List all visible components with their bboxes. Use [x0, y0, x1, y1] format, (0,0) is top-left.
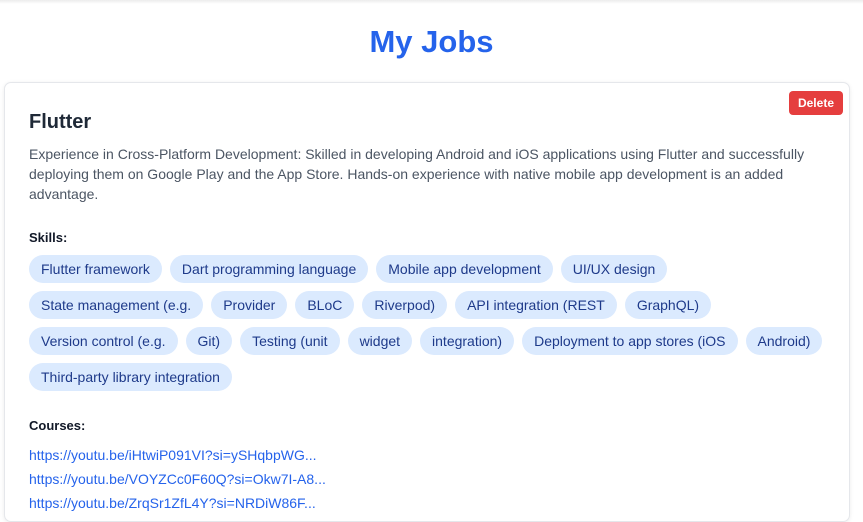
- delete-button[interactable]: Delete: [788, 91, 843, 115]
- skill-chip: Mobile app development: [376, 255, 553, 283]
- skill-chip: State management (e.g.: [29, 291, 204, 319]
- job-card: Delete Flutter Experience in Cross-Platf…: [4, 82, 850, 522]
- skill-chip: BLoC: [295, 291, 355, 319]
- courses-list: https://youtu.be/iHtwiP091VI?si=ySHqbpWG…: [29, 443, 326, 515]
- job-description: Experience in Cross-Platform Development…: [29, 146, 805, 202]
- skill-chip: Third-party library integration: [29, 363, 232, 391]
- skills-label: Skills:: [29, 230, 68, 245]
- page-title: My Jobs: [369, 24, 494, 59]
- course-item: https://youtu.be/VOYZCc0F60Q?si=Okw7I-A8…: [29, 467, 326, 491]
- skill-chip: Version control (e.g.: [29, 327, 178, 355]
- skill-chip: Android): [745, 327, 823, 355]
- skill-chip: Git): [185, 327, 233, 355]
- skill-chip: Dart programming language: [169, 255, 369, 283]
- skills-list: Flutter framework Dart programming langu…: [29, 255, 839, 391]
- course-item: https://youtu.be/iHtwiP091VI?si=ySHqbpWG…: [29, 443, 326, 467]
- skill-chip: Deployment to app stores (iOS: [522, 327, 738, 355]
- course-link[interactable]: https://youtu.be/iHtwiP091VI?si=ySHqbpWG…: [29, 443, 326, 467]
- skill-chip: Provider: [211, 291, 288, 319]
- skill-chip: UI/UX design: [560, 255, 668, 283]
- course-link[interactable]: https://youtu.be/ZrqSr1ZfL4Y?si=NRDiW86F…: [29, 491, 326, 515]
- skill-chip: Riverpod): [362, 291, 448, 319]
- skill-chip: integration): [420, 327, 515, 355]
- course-link[interactable]: https://youtu.be/VOYZCc0F60Q?si=Okw7I-A8…: [29, 467, 326, 491]
- top-shadow: [0, 0, 863, 4]
- skill-chip: GraphQL): [624, 291, 712, 319]
- course-item: https://youtu.be/ZrqSr1ZfL4Y?si=NRDiW86F…: [29, 491, 326, 515]
- skill-chip: API integration (REST: [455, 291, 617, 319]
- skill-chip: widget: [347, 327, 413, 355]
- job-title: Flutter: [29, 111, 92, 133]
- skill-chip: Testing (unit: [240, 327, 340, 355]
- skill-chip: Flutter framework: [29, 255, 162, 283]
- courses-label: Courses:: [29, 418, 86, 433]
